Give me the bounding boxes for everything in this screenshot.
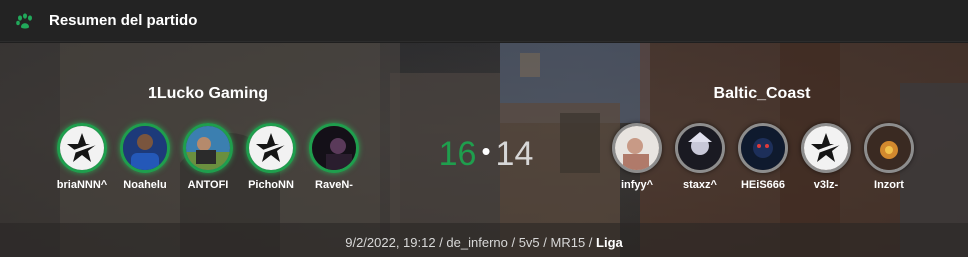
player-name[interactable]: briaNNN^	[50, 179, 114, 191]
player-avatar[interactable]	[612, 123, 662, 173]
paw-icon	[16, 13, 32, 29]
player-avatar[interactable]	[738, 123, 788, 173]
player-avatar[interactable]	[183, 123, 233, 173]
player-name[interactable]: Noahelu	[113, 179, 177, 191]
player-photo-icon	[123, 126, 167, 170]
player-right-4[interactable]: v3lz-	[794, 123, 858, 191]
match-summary-panel: Resumen del partido 1Lucko Gaming Baltic…	[0, 0, 968, 257]
player-name[interactable]: RaveN-	[302, 179, 366, 191]
player-name[interactable]: staxz^	[668, 179, 732, 191]
score-left: 16	[438, 135, 477, 173]
team-left-name[interactable]: 1Lucko Gaming	[118, 85, 298, 103]
player-avatar[interactable]	[120, 123, 170, 173]
player-right-3[interactable]: HEiS666	[731, 123, 795, 191]
player-name[interactable]: infyy^	[605, 179, 669, 191]
team-right-name[interactable]: Baltic_Coast	[672, 85, 852, 103]
player-avatar[interactable]	[309, 123, 359, 173]
star-logo-icon	[249, 126, 293, 170]
player-avatar[interactable]	[864, 123, 914, 173]
player-photo-icon	[312, 126, 356, 170]
panel-header: Resumen del partido	[0, 0, 968, 42]
player-photo-icon	[615, 126, 659, 170]
player-left-4[interactable]: PichoNN	[239, 123, 303, 191]
player-avatar[interactable]	[57, 123, 107, 173]
player-photo-icon	[867, 126, 911, 170]
player-photo-icon	[678, 126, 722, 170]
player-photo-icon	[186, 126, 230, 170]
match-score: 16 • 14	[428, 135, 544, 174]
star-logo-icon	[804, 126, 848, 170]
player-avatar[interactable]	[675, 123, 725, 173]
player-name[interactable]: Inzort	[857, 179, 921, 191]
star-logo-icon	[60, 126, 104, 170]
score-separator: •	[481, 136, 491, 166]
player-name[interactable]: v3lz-	[794, 179, 858, 191]
league-link[interactable]: Liga	[596, 235, 623, 250]
player-left-1[interactable]: briaNNN^	[50, 123, 114, 191]
panel-title: Resumen del partido	[49, 12, 198, 29]
player-right-1[interactable]: infyy^	[605, 123, 669, 191]
player-left-2[interactable]: Noahelu	[113, 123, 177, 191]
player-name[interactable]: HEiS666	[731, 179, 795, 191]
map-background: 1Lucko Gaming Baltic_Coast briaNNN^ Noah…	[0, 43, 968, 257]
match-details: 9/2/2022, 19:12 / de_inferno / 5v5 / MR1…	[345, 235, 597, 250]
score-right: 14	[495, 135, 534, 173]
player-left-3[interactable]: ANTOFI	[176, 123, 240, 191]
player-photo-icon	[741, 126, 785, 170]
player-avatar[interactable]	[801, 123, 851, 173]
player-avatar[interactable]	[246, 123, 296, 173]
player-left-5[interactable]: RaveN-	[302, 123, 366, 191]
match-info: 9/2/2022, 19:12 / de_inferno / 5v5 / MR1…	[0, 235, 968, 250]
player-right-5[interactable]: Inzort	[857, 123, 921, 191]
player-name[interactable]: PichoNN	[239, 179, 303, 191]
player-right-2[interactable]: staxz^	[668, 123, 732, 191]
player-name[interactable]: ANTOFI	[176, 179, 240, 191]
